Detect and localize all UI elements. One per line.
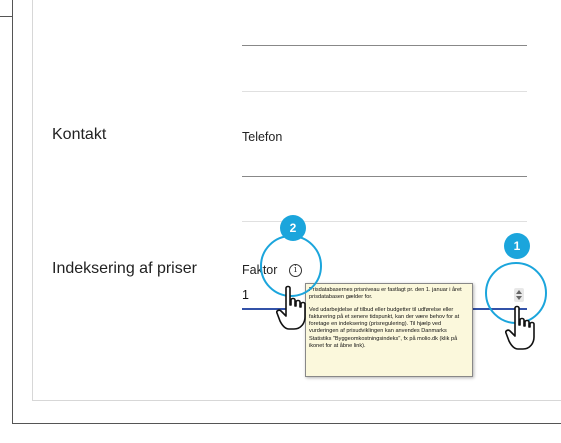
hand-pointer-icon [505, 305, 535, 350]
frame-left-border [12, 0, 13, 423]
tooltip-paragraph: Ved udarbejdelse af tilbud eller budgett… [309, 307, 460, 349]
phone-field-label: Telefon [242, 130, 283, 144]
row-separator [242, 91, 527, 92]
panel-left-divider [32, 0, 33, 400]
frame-top-tick [0, 16, 12, 17]
panel-bottom-divider [32, 400, 561, 401]
callout-badge-1: 1 [504, 233, 530, 259]
hand-pointer-icon [276, 285, 306, 330]
field-underline [242, 45, 527, 46]
factor-input[interactable]: 1 [242, 288, 249, 302]
info-tooltip: Prisdatabasernes prisniveau er fastlagt … [305, 283, 473, 377]
tooltip-paragraph: Prisdatabasernes prisniveau er fastlagt … [309, 287, 462, 301]
phone-field-underline[interactable] [242, 176, 527, 177]
callout-badge-2: 2 [280, 215, 306, 241]
frame-bottom-border [12, 423, 561, 424]
contact-section-label: Kontakt [52, 126, 107, 143]
indexing-section-label: Indeksering af priser [52, 260, 197, 277]
